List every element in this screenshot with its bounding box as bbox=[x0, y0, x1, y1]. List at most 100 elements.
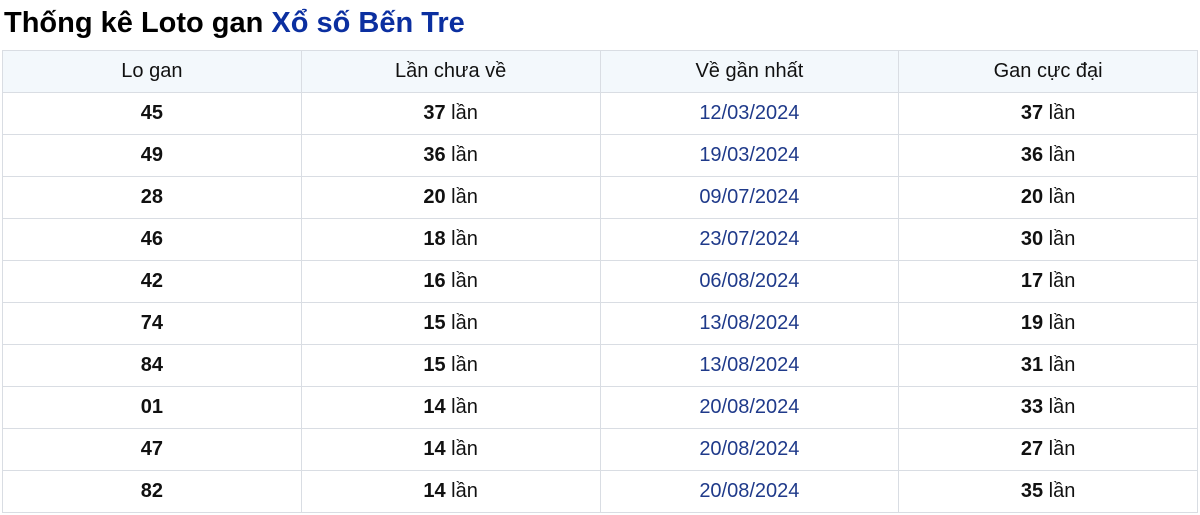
missing-count: 37 lần bbox=[300, 92, 601, 135]
missing-count: 16 lần bbox=[300, 260, 601, 303]
max-gap-unit: lần bbox=[1048, 144, 1076, 166]
table-row: 28 20 lần 09/07/2024 20 lần bbox=[2, 176, 1198, 219]
page: Thống kê Loto gan Xổ số Bến Tre Lo gan L… bbox=[0, 0, 1200, 515]
max-gap-unit: lần bbox=[1048, 102, 1076, 124]
last-appearance-date: 13/08/2024 bbox=[599, 344, 900, 387]
missing-count: 15 lần bbox=[300, 344, 601, 387]
lo-number: 82 bbox=[2, 470, 302, 513]
col-header-ve-gan-nhat: Về gần nhất bbox=[599, 50, 900, 93]
max-gap: 17 lần bbox=[898, 260, 1198, 303]
max-gap-unit: lần bbox=[1048, 270, 1076, 292]
missing-count-unit: lần bbox=[451, 228, 478, 250]
missing-count-unit: lần bbox=[451, 480, 478, 502]
lo-number: 28 bbox=[2, 176, 302, 219]
max-gap-value: 36 bbox=[1020, 144, 1044, 166]
max-gap: 36 lần bbox=[898, 134, 1198, 177]
max-gap: 19 lần bbox=[898, 302, 1198, 345]
max-gap-value: 20 bbox=[1020, 186, 1044, 208]
table-row: 47 14 lần 20/08/2024 27 lần bbox=[2, 428, 1198, 471]
table-body: 45 37 lần 12/03/2024 37 lần 49 36 lần 19/03/20… bbox=[2, 92, 1198, 513]
missing-count-value: 14 bbox=[423, 480, 446, 502]
missing-count: 15 lần bbox=[300, 302, 601, 345]
loto-gan-table: Lo gan Lần chưa về Về gần nhất Gan cực đ… bbox=[2, 50, 1198, 513]
lo-number: 01 bbox=[2, 386, 302, 429]
table-row: 46 18 lần 23/07/2024 30 lần bbox=[2, 218, 1198, 261]
max-gap: 30 lần bbox=[898, 218, 1198, 261]
missing-count-value: 16 bbox=[423, 270, 446, 292]
lo-number: 46 bbox=[2, 218, 302, 261]
max-gap-unit: lần bbox=[1048, 354, 1076, 376]
col-header-lo-gan: Lo gan bbox=[2, 50, 302, 93]
max-gap-unit: lần bbox=[1048, 480, 1076, 502]
lottery-name-link[interactable]: Xổ số Bến Tre bbox=[271, 7, 464, 39]
missing-count-value: 36 bbox=[423, 144, 446, 166]
max-gap: 33 lần bbox=[898, 386, 1198, 429]
max-gap-value: 35 bbox=[1020, 480, 1044, 502]
missing-count: 14 lần bbox=[300, 428, 601, 471]
max-gap-unit: lần bbox=[1048, 438, 1076, 460]
lo-number: 49 bbox=[2, 134, 302, 177]
max-gap-value: 17 bbox=[1020, 270, 1044, 292]
table-row: 01 14 lần 20/08/2024 33 lần bbox=[2, 386, 1198, 429]
lo-number: 45 bbox=[2, 92, 302, 135]
col-header-gan-cuc-dai: Gan cực đại bbox=[898, 50, 1198, 93]
missing-count-unit: lần bbox=[451, 270, 478, 292]
missing-count-unit: lần bbox=[451, 186, 478, 208]
table-row: 84 15 lần 13/08/2024 31 lần bbox=[2, 344, 1198, 387]
missing-count: 14 lần bbox=[300, 470, 601, 513]
max-gap-value: 30 bbox=[1020, 228, 1044, 250]
missing-count: 36 lần bbox=[300, 134, 601, 177]
missing-count-value: 37 bbox=[423, 102, 446, 124]
page-title: Thống kê Loto gan Xổ số Bến Tre bbox=[0, 0, 1200, 40]
missing-count-value: 14 bbox=[423, 396, 446, 418]
last-appearance-date: 20/08/2024 bbox=[599, 470, 900, 513]
missing-count-unit: lần bbox=[451, 354, 478, 376]
table-row: 45 37 lần 12/03/2024 37 lần bbox=[2, 92, 1198, 135]
last-appearance-date: 13/08/2024 bbox=[599, 302, 900, 345]
max-gap-unit: lần bbox=[1048, 186, 1076, 208]
max-gap: 35 lần bbox=[898, 470, 1198, 513]
max-gap-value: 37 bbox=[1020, 102, 1044, 124]
lo-number: 74 bbox=[2, 302, 302, 345]
missing-count-unit: lần bbox=[451, 144, 478, 166]
header-row: Lo gan Lần chưa về Về gần nhất Gan cực đ… bbox=[2, 50, 1198, 93]
missing-count-unit: lần bbox=[451, 396, 478, 418]
table-row: 49 36 lần 19/03/2024 36 lần bbox=[2, 134, 1198, 177]
lo-number: 42 bbox=[2, 260, 302, 303]
missing-count: 18 lần bbox=[300, 218, 601, 261]
missing-count-value: 15 bbox=[423, 354, 446, 376]
max-gap-value: 31 bbox=[1020, 354, 1044, 376]
missing-count-unit: lần bbox=[451, 438, 478, 460]
last-appearance-date: 20/08/2024 bbox=[599, 428, 900, 471]
last-appearance-date: 19/03/2024 bbox=[599, 134, 900, 177]
max-gap-unit: lần bbox=[1048, 396, 1076, 418]
title-prefix: Thống kê Loto gan bbox=[4, 7, 264, 39]
table-header: Lo gan Lần chưa về Về gần nhất Gan cực đ… bbox=[2, 50, 1198, 93]
missing-count-value: 18 bbox=[423, 228, 446, 250]
max-gap-unit: lần bbox=[1048, 312, 1076, 334]
last-appearance-date: 20/08/2024 bbox=[599, 386, 900, 429]
max-gap-value: 27 bbox=[1020, 438, 1044, 460]
max-gap-value: 33 bbox=[1020, 396, 1044, 418]
last-appearance-date: 12/03/2024 bbox=[599, 92, 900, 135]
lo-number: 84 bbox=[2, 344, 302, 387]
missing-count-unit: lần bbox=[451, 312, 478, 334]
table-row: 74 15 lần 13/08/2024 19 lần bbox=[2, 302, 1198, 345]
missing-count-value: 15 bbox=[423, 312, 446, 334]
lo-number: 47 bbox=[2, 428, 302, 471]
max-gap: 31 lần bbox=[898, 344, 1198, 387]
missing-count: 14 lần bbox=[300, 386, 601, 429]
missing-count-value: 20 bbox=[423, 186, 446, 208]
max-gap: 20 lần bbox=[898, 176, 1198, 219]
last-appearance-date: 06/08/2024 bbox=[599, 260, 900, 303]
max-gap-value: 19 bbox=[1020, 312, 1044, 334]
missing-count-unit: lần bbox=[451, 102, 478, 124]
table-row: 42 16 lần 06/08/2024 17 lần bbox=[2, 260, 1198, 303]
col-header-lan-chua-ve: Lần chưa về bbox=[300, 50, 601, 93]
missing-count: 20 lần bbox=[300, 176, 601, 219]
last-appearance-date: 09/07/2024 bbox=[599, 176, 900, 219]
max-gap-unit: lần bbox=[1048, 228, 1076, 250]
max-gap: 37 lần bbox=[898, 92, 1198, 135]
max-gap: 27 lần bbox=[898, 428, 1198, 471]
missing-count-value: 14 bbox=[423, 438, 446, 460]
